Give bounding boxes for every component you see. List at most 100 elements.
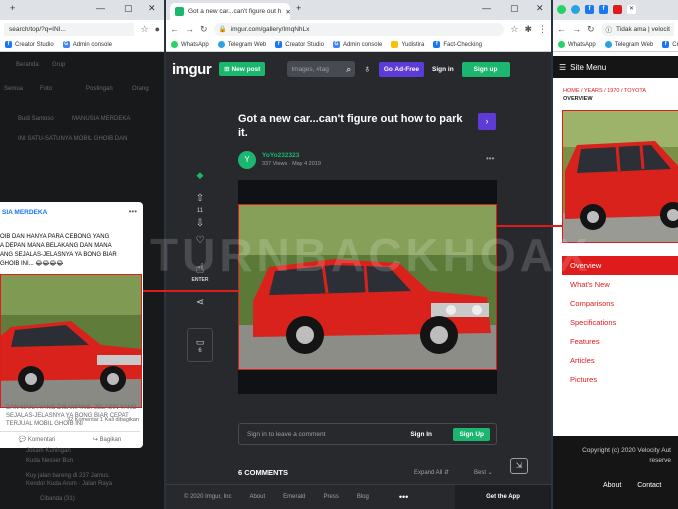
forward-icon[interactable]: → [572, 24, 581, 34]
left-url-bar[interactable]: search/top/?q=INI... [4, 22, 135, 36]
avatar[interactable]: Y [238, 151, 256, 169]
next-post-button[interactable]: › [478, 113, 496, 130]
footer-link-about[interactable]: About [249, 494, 265, 500]
post-group-name[interactable]: SIA MERDEKA [2, 209, 47, 216]
sign-in-link[interactable]: Sign in [432, 66, 454, 73]
comment-box[interactable]: Sign in to leave a comment Sign In Sign … [238, 423, 497, 445]
minimize-icon[interactable]: — [96, 3, 105, 13]
breadcrumb-path[interactable]: HOME / YEARS / 1970 / TOYOTA [563, 88, 646, 94]
maximize-icon[interactable]: ▢ [510, 3, 519, 14]
bookmark-cr[interactable]: f Cr [662, 41, 678, 48]
bookmark-admin-console[interactable]: G Admin console [332, 41, 382, 48]
star-icon[interactable]: ☆ [140, 24, 148, 35]
heart-icon[interactable]: ♡ [196, 235, 205, 246]
search-input[interactable]: Images, #tag ⌕ [287, 61, 356, 77]
share-label: Bagikan [99, 437, 122, 443]
breadcrumb: HOME / YEARS / 1970 / TOYOTA OVERVIEW [563, 88, 646, 102]
more-icon[interactable]: ••• [399, 492, 408, 502]
expand-all-button[interactable]: Expand All ⇵ [414, 469, 449, 476]
velocity-icon[interactable] [613, 5, 622, 14]
imgur-logo[interactable]: imgur [172, 61, 212, 78]
bookmark-yudistira[interactable]: Yudistira [391, 41, 424, 48]
minimize-icon[interactable]: — [482, 3, 491, 13]
bg-label: Beranda [16, 62, 39, 68]
menu-item-specifications[interactable]: Specifications [562, 313, 678, 332]
facebook-icon[interactable]: f [599, 5, 608, 14]
bookmark-whatsapp[interactable]: WhatsApp [558, 41, 596, 48]
menu-item-pictures[interactable]: Pictures [562, 370, 678, 389]
facebook-icon[interactable]: f [585, 5, 594, 14]
share-icon[interactable]: ⋖ [196, 297, 204, 308]
bookmark-telegram[interactable]: Telegram Web [604, 41, 653, 48]
downvote-icon[interactable]: ⇩ [196, 218, 204, 229]
footer-copyright: © 2020 Imgur, Inc [184, 494, 232, 500]
center-url-bar[interactable]: 🔒 imgur.com/gallery/ImqNhLx [213, 22, 505, 36]
post-options-icon[interactable]: ••• [486, 154, 494, 163]
right-address-row: ← → ↻ ⓘ Tidak ama | velocit [553, 20, 678, 38]
comment-sign-in[interactable]: Sign In [410, 431, 432, 438]
new-tab-icon[interactable]: + [296, 3, 301, 13]
footer-link-contact[interactable]: Contact [637, 482, 661, 489]
post-actions: 💬 Komentari ↪ Bagikan [0, 431, 140, 443]
share-button[interactable]: ↪ Bagikan [93, 436, 121, 443]
back-icon[interactable]: ← [170, 24, 179, 34]
search-icon[interactable]: ⌕ [346, 64, 351, 75]
profile-icon[interactable]: ● [155, 24, 160, 34]
footer-link-blog[interactable]: Blog [357, 494, 369, 500]
footer-link-emerald[interactable]: Emerald [283, 494, 305, 500]
right-url-bar[interactable]: ⓘ Tidak ama | velocit [600, 22, 674, 36]
bookmark-creator-studio[interactable]: f Creator Studio [5, 41, 54, 48]
comment-button[interactable]: 💬 Komentari [19, 436, 56, 443]
footer-link-press[interactable]: Press [323, 494, 338, 500]
bookmark-admin-console[interactable]: G Admin console [62, 41, 112, 48]
footer-link-about[interactable]: About [603, 482, 621, 489]
facebook-window: + — ▢ ✕ search/top/?q=INI... ☆ ● f Creato… [0, 0, 164, 509]
whatsapp-icon[interactable] [557, 5, 566, 14]
post-menu-icon[interactable]: ••• [129, 207, 137, 216]
go-ad-free-button[interactable]: Go Ad-Free [378, 61, 424, 77]
menu-item-features[interactable]: Features [562, 332, 678, 351]
new-tab-icon[interactable]: + [10, 3, 15, 13]
post-title: Got a new car...can't figure out how to … [238, 113, 463, 139]
bg-label: Semua [4, 86, 24, 92]
tab-close-icon[interactable]: ✕ [285, 8, 290, 16]
menu-item-overview[interactable]: Overview [562, 256, 678, 275]
new-post-button[interactable]: ⊞ New post [219, 62, 266, 76]
car-photo-velocity[interactable] [562, 110, 678, 243]
maximize-icon[interactable]: ▢ [124, 3, 133, 14]
close-icon[interactable]: ✕ [148, 3, 156, 14]
sign-up-button[interactable]: Sign up [461, 61, 510, 77]
bookmark-creator-studio[interactable]: f Creator Studio [275, 41, 324, 48]
back-icon[interactable]: ← [557, 24, 566, 34]
exit-fullscreen-icon[interactable]: ⇲ [510, 458, 528, 474]
lightbulb-icon[interactable]: ♁ [363, 64, 371, 75]
menu-item-articles[interactable]: Articles [562, 351, 678, 370]
tab-imgur[interactable]: Got a new car...can't figure out h ✕ [170, 3, 290, 20]
sort-dropdown[interactable]: Best ⌄ [474, 469, 493, 476]
comments-count-box[interactable]: ▭ 6 [187, 328, 213, 362]
close-icon[interactable]: ✕ [536, 3, 544, 14]
car-photo-facebook[interactable] [0, 274, 142, 408]
reload-icon[interactable]: ↻ [587, 24, 595, 35]
get-app-button[interactable]: Get the App [455, 485, 551, 509]
extensions-icon[interactable]: ✱ [524, 24, 532, 35]
car-image [563, 111, 678, 242]
upvote-icon[interactable]: ⇧ [196, 193, 204, 204]
bookmark-telegram[interactable]: Telegram Web [217, 41, 266, 48]
menu-item-whats-new[interactable]: What's New [562, 275, 678, 294]
bookmark-fact-checking[interactable]: f Fact-Checking [433, 41, 482, 48]
post-author[interactable]: YoYo232323 [262, 152, 299, 159]
menu-item-comparisons[interactable]: Comparisons [562, 294, 678, 313]
emerald-hand-icon[interactable]: ☝ [196, 260, 205, 277]
star-icon[interactable]: ☆ [510, 24, 518, 35]
menu-icon[interactable]: ⋮ [538, 24, 547, 35]
car-photo-imgur[interactable] [238, 204, 497, 370]
site-menu-button[interactable]: ☰ Site Menu [553, 56, 678, 78]
comment-placeholder: Sign in to leave a comment [247, 430, 326, 438]
tab-close-icon[interactable]: ✕ [627, 5, 636, 14]
bookmark-whatsapp[interactable]: WhatsApp [171, 41, 209, 48]
reload-icon[interactable]: ↻ [200, 24, 208, 35]
comment-sign-up[interactable]: Sign Up [453, 427, 490, 441]
forward-icon[interactable]: → [185, 24, 194, 34]
telegram-icon[interactable] [571, 5, 580, 14]
